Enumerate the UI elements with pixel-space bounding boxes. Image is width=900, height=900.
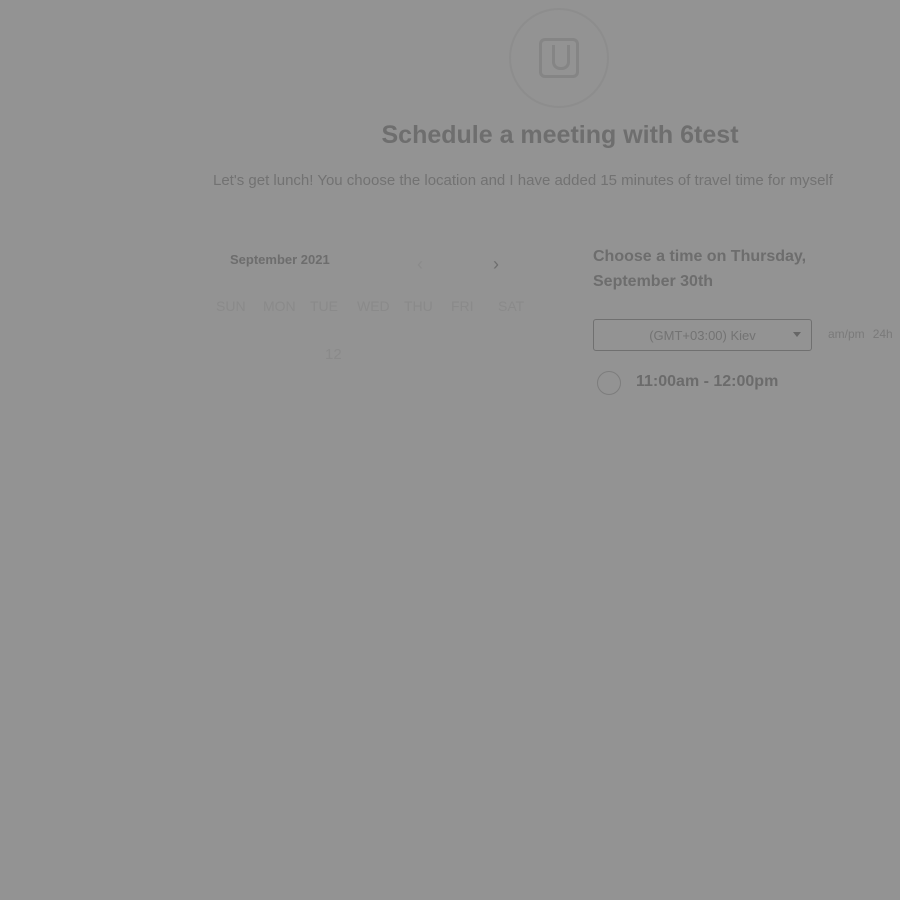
weekday-fri: FRI [451, 298, 474, 314]
time-format-toggle: am/pm 24h [828, 327, 900, 341]
logo-icon [539, 38, 579, 78]
previous-month-button[interactable]: ‹ [408, 252, 432, 276]
weekday-thu: THU [404, 298, 433, 314]
calendar-weekday-header: SUN MON TUE WED THU FRI SAT [216, 298, 545, 314]
avatar [509, 8, 609, 108]
scheduling-page: Schedule a meeting with 6test Let's get … [0, 0, 900, 900]
caret-down-icon [793, 332, 801, 337]
format-24h-option[interactable]: 24h [873, 327, 893, 341]
time-selection-heading: Choose a time on Thursday, September 30t… [593, 248, 807, 290]
time-slot-radio[interactable] [597, 371, 621, 395]
weekday-wed: WED [357, 298, 390, 314]
chevron-right-icon: › [493, 254, 499, 274]
time-slot-label[interactable]: 11:00am - 12:00pm [636, 373, 778, 391]
weekday-mon: MON [263, 298, 296, 314]
calendar-day[interactable]: 12 [325, 346, 342, 363]
next-month-button[interactable]: › [484, 252, 508, 276]
timezone-value: (GMT+03:00) Kiev [649, 327, 756, 343]
page-title: Schedule a meeting with 6test [381, 121, 739, 149]
calendar-month-label: September 2021 [230, 252, 330, 267]
weekday-tue: TUE [310, 298, 338, 314]
weekday-sat: SAT [498, 298, 525, 314]
weekday-sun: SUN [216, 298, 246, 314]
timezone-select[interactable]: (GMT+03:00) Kiev [593, 319, 812, 351]
chevron-left-icon: ‹ [417, 254, 423, 274]
meeting-description: Let's get lunch! You choose the location… [213, 172, 833, 189]
format-ampm-option[interactable]: am/pm [828, 327, 865, 341]
